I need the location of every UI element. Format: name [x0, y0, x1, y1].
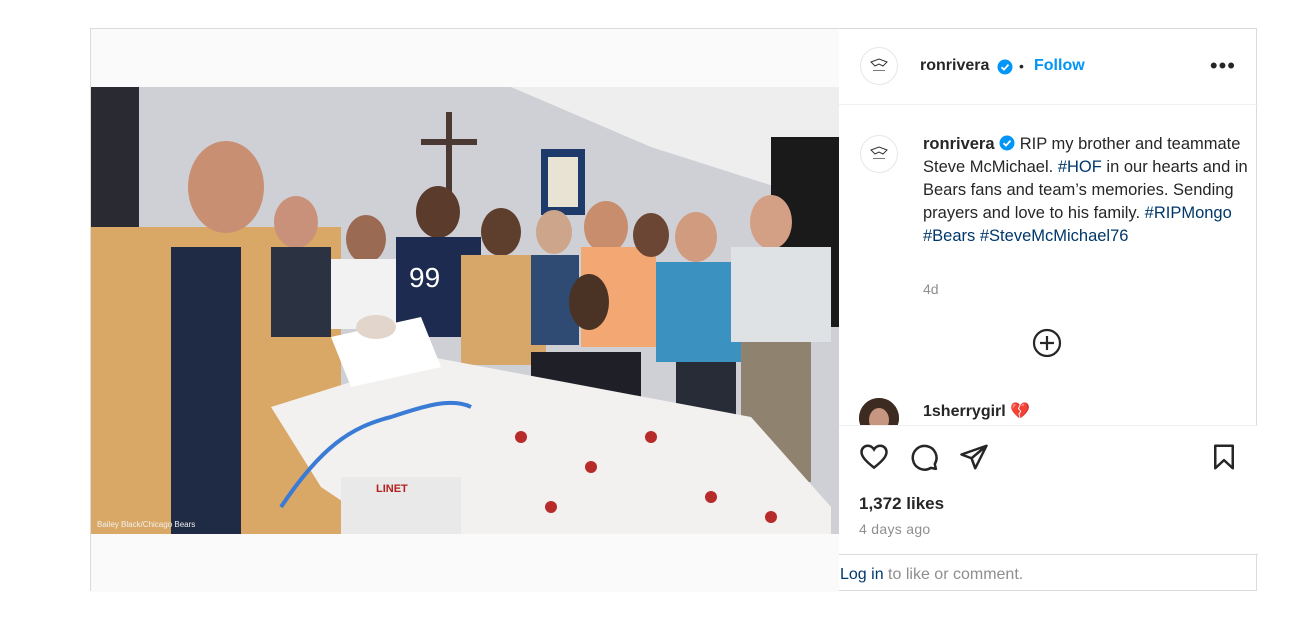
broken-heart-emoji: 💔 [1010, 403, 1031, 420]
hashtag-bears[interactable]: #Bears [923, 227, 975, 245]
heart-icon[interactable] [859, 442, 889, 472]
login-prompt-suffix: to like or comment. [888, 566, 1024, 583]
post-sidebar: ronrivera • Follow ••• ronrivera RIP my … [839, 29, 1258, 592]
author-username[interactable]: ronrivera [920, 57, 989, 75]
logo-icon [870, 146, 888, 159]
caption-time: 4d [923, 281, 939, 297]
login-prompt: Log in to like or comment. [839, 554, 1258, 592]
hashtag-ripmongo[interactable]: #RIPMongo [1145, 204, 1232, 222]
author-avatar[interactable] [860, 47, 898, 85]
follow-button[interactable]: Follow [1034, 57, 1085, 75]
hashtag-stevemcmichael76[interactable]: #SteveMcMichael76 [980, 227, 1129, 245]
svg-text:LINET: LINET [376, 483, 408, 495]
commenter-username-text: 1sherrygirl [923, 403, 1006, 420]
post-media: 99 LINET Bailey Black/Chicago Bears [91, 29, 839, 592]
photo-credit: Bailey Black/Chicago Bears [97, 520, 196, 529]
login-prompt-text: Log in to like or comment. [840, 566, 1023, 584]
verified-icon [997, 59, 1013, 75]
post-actions: 1,372 likes 4 days ago [839, 425, 1258, 555]
commenter-photo [859, 398, 899, 425]
bookmark-icon[interactable] [1209, 442, 1239, 472]
logo-icon [870, 58, 888, 71]
post-header: ronrivera • Follow ••• [839, 29, 1258, 105]
instagram-post: 99 LINET Bailey Black/Chicago Bears ronr… [90, 28, 1258, 592]
login-link[interactable]: Log in [840, 566, 884, 583]
commenter-username[interactable]: 1sherrygirl 💔 [923, 401, 1030, 421]
comments-area[interactable]: ronrivera RIP my brother and teammate St… [839, 105, 1258, 425]
post-caption: ronrivera RIP my brother and teammate St… [923, 133, 1248, 248]
photo-illustration: 99 LINET [91, 87, 839, 534]
comment-icon[interactable] [909, 442, 939, 472]
commenter-avatar[interactable] [859, 398, 899, 425]
verified-icon [999, 135, 1015, 151]
caption-avatar[interactable] [860, 135, 898, 173]
svg-text:99: 99 [409, 262, 440, 293]
caption-author[interactable]: ronrivera [923, 135, 995, 153]
separator-dot: • [1019, 58, 1024, 74]
hashtag-hof[interactable]: #HOF [1058, 158, 1102, 176]
add-comment-icon[interactable] [1032, 328, 1062, 358]
post-photo[interactable]: 99 LINET Bailey Black/Chicago Bears [91, 87, 839, 534]
like-count[interactable]: 1,372 likes [859, 494, 944, 514]
more-options-icon[interactable]: ••• [1210, 55, 1236, 77]
post-timestamp[interactable]: 4 days ago [859, 521, 931, 537]
share-icon[interactable] [959, 442, 989, 472]
